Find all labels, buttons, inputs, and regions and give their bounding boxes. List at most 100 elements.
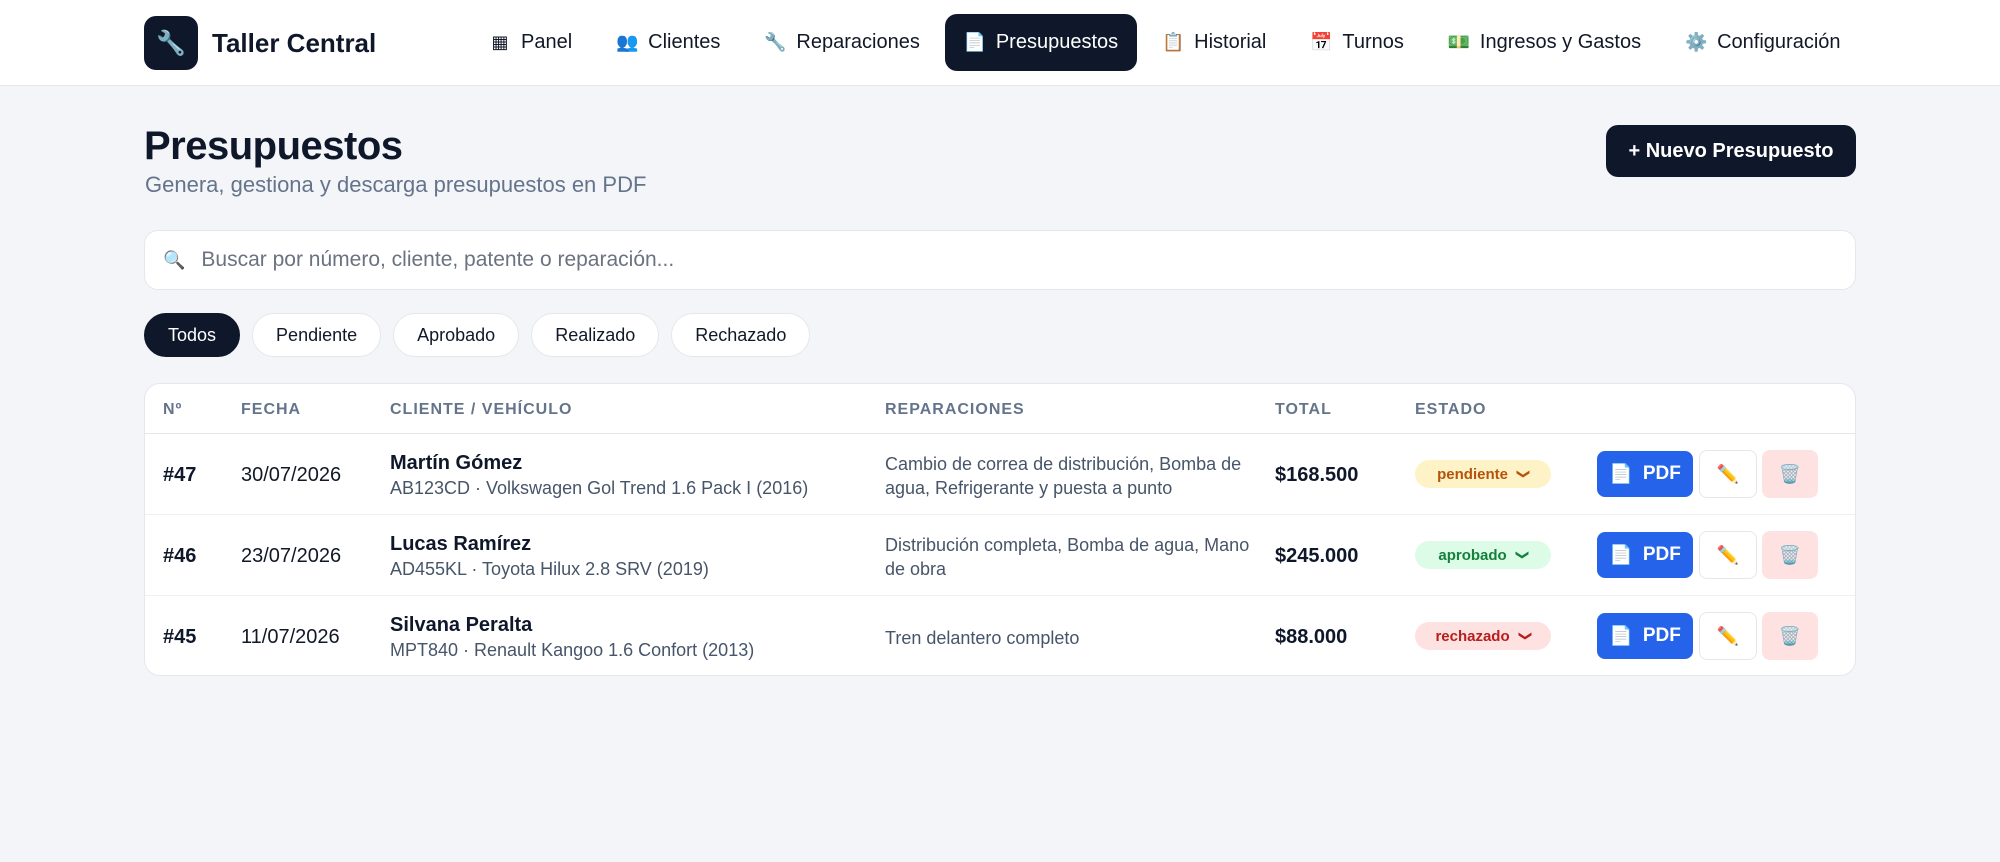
repairs-list: Tren delantero completo bbox=[885, 628, 1080, 648]
nav-item-panel[interactable]: ▦ Panel bbox=[470, 14, 591, 71]
trash-icon: 🗑️ bbox=[1778, 625, 1802, 646]
pdf-label: PDF bbox=[1642, 544, 1681, 565]
users-icon: 👥 bbox=[616, 32, 639, 52]
repairs-list: Distribución completa, Bomba de agua, Ma… bbox=[885, 535, 1250, 579]
status-select[interactable]: pendiente ❯ bbox=[1415, 460, 1551, 488]
pdf-button[interactable]: 📄 PDF bbox=[1597, 451, 1693, 497]
nav-item-clientes[interactable]: 👥 Clientes bbox=[597, 14, 739, 71]
edit-button[interactable]: ✏️ bbox=[1699, 612, 1757, 660]
nav-item-label: Configuración bbox=[1717, 31, 1841, 53]
document-icon: 📄 bbox=[1609, 464, 1633, 485]
budget-total: $168.500 bbox=[1275, 464, 1359, 486]
nav-item-label: Clientes bbox=[648, 31, 721, 53]
nav-item-label: Panel bbox=[521, 31, 573, 53]
status-select[interactable]: rechazado ❯ bbox=[1415, 622, 1551, 650]
col-header-status: ESTADO bbox=[1415, 401, 1487, 418]
budget-total: $245.000 bbox=[1275, 545, 1359, 567]
filter-aprobado[interactable]: Aprobado bbox=[393, 313, 520, 357]
nav-item-label: Historial bbox=[1194, 31, 1267, 53]
budget-number: #47 bbox=[163, 464, 197, 486]
nav-item-label: Ingresos y Gastos bbox=[1479, 31, 1642, 53]
search-box: 🔍 bbox=[144, 230, 1856, 290]
pencil-icon: ✏️ bbox=[1716, 544, 1740, 565]
chevron-down-icon: ❯ bbox=[1516, 468, 1532, 480]
client-name: Silvana Peralta bbox=[390, 614, 533, 636]
search-icon: 🔍 bbox=[163, 249, 186, 270]
filter-pendiente[interactable]: Pendiente bbox=[252, 313, 382, 357]
new-budget-button[interactable]: + Nuevo Presupuesto bbox=[1606, 125, 1856, 177]
nav-item-ingresos-gastos[interactable]: 💵 Ingresos y Gastos bbox=[1429, 14, 1660, 71]
dashboard-icon: ▦ bbox=[491, 32, 509, 52]
col-header-num: Nº bbox=[163, 401, 183, 418]
client-name: Lucas Ramírez bbox=[390, 533, 532, 555]
document-icon: 📄 bbox=[963, 32, 987, 52]
client-name: Martín Gómez bbox=[390, 452, 523, 474]
filter-todos[interactable]: Todos bbox=[144, 313, 241, 357]
clipboard-icon: 📋 bbox=[1162, 32, 1185, 52]
pencil-icon: ✏️ bbox=[1716, 625, 1740, 646]
budget-date: 30/07/2026 bbox=[241, 464, 342, 486]
vehicle-info: AD455KL · Toyota Hilux 2.8 SRV (2019) bbox=[390, 559, 709, 579]
table-header: Nº FECHA CLIENTE / VEHÍCULO REPARACIONES… bbox=[145, 384, 1855, 434]
budget-number: #46 bbox=[163, 545, 197, 567]
delete-button[interactable]: 🗑️ bbox=[1762, 531, 1818, 579]
vehicle-info: MPT840 · Renault Kangoo 1.6 Confort (201… bbox=[390, 640, 755, 660]
budget-total: $88.000 bbox=[1275, 626, 1348, 648]
nav-item-reparaciones[interactable]: 🔧 Reparaciones bbox=[745, 14, 938, 71]
pdf-button[interactable]: 📄 PDF bbox=[1597, 613, 1693, 659]
status-filters: Todos Pendiente Aprobado Realizado Recha… bbox=[144, 313, 811, 357]
pdf-button[interactable]: 📄 PDF bbox=[1597, 532, 1693, 578]
filter-rechazado[interactable]: Rechazado bbox=[671, 313, 811, 357]
status-select[interactable]: aprobado ❯ bbox=[1415, 541, 1551, 569]
document-icon: 📄 bbox=[1609, 626, 1633, 647]
table-row: #47 30/07/2026 Martín Gómez AB123CD · Vo… bbox=[145, 434, 1855, 515]
edit-button[interactable]: ✏️ bbox=[1699, 531, 1757, 579]
repairs-list: Cambio de correa de distribución, Bomba … bbox=[885, 454, 1242, 498]
trash-icon: 🗑️ bbox=[1778, 544, 1802, 565]
budget-date: 11/07/2026 bbox=[241, 626, 340, 648]
budget-number: #45 bbox=[163, 626, 197, 648]
pdf-label: PDF bbox=[1642, 625, 1681, 646]
nav-item-turnos[interactable]: 📅 Turnos bbox=[1291, 14, 1423, 71]
main-nav: ▦ Panel 👥 Clientes 🔧 Reparaciones 📄 Pres… bbox=[470, 14, 1860, 71]
search-input[interactable] bbox=[201, 248, 1802, 272]
chevron-down-icon: ❯ bbox=[1515, 549, 1531, 561]
edit-button[interactable]: ✏️ bbox=[1699, 450, 1757, 498]
delete-button[interactable]: 🗑️ bbox=[1762, 450, 1818, 498]
top-navbar: 🔧 Taller Central ▦ Panel 👥 Clientes 🔧 Re… bbox=[0, 0, 2000, 86]
pencil-icon: ✏️ bbox=[1716, 463, 1740, 484]
budgets-table: Nº FECHA CLIENTE / VEHÍCULO REPARACIONES… bbox=[144, 383, 1856, 676]
status-label: pendiente bbox=[1437, 465, 1508, 483]
col-header-total: TOTAL bbox=[1275, 401, 1332, 418]
filter-realizado[interactable]: Realizado bbox=[531, 313, 660, 357]
table-row: #46 23/07/2026 Lucas Ramírez AD455KL · T… bbox=[145, 515, 1855, 596]
table-row: #45 11/07/2026 Silvana Peralta MPT840 · … bbox=[145, 596, 1855, 675]
wrench-icon: 🔧 bbox=[764, 32, 787, 52]
brand[interactable]: 🔧 Taller Central bbox=[144, 16, 376, 70]
nav-item-label: Presupuestos bbox=[995, 31, 1119, 53]
col-header-repairs: REPARACIONES bbox=[885, 401, 1025, 418]
nav-item-label: Turnos bbox=[1342, 31, 1404, 53]
nav-item-historial[interactable]: 📋 Historial bbox=[1143, 14, 1285, 71]
nav-item-presupuestos[interactable]: 📄 Presupuestos bbox=[944, 14, 1138, 71]
document-icon: 📄 bbox=[1609, 545, 1633, 566]
delete-button[interactable]: 🗑️ bbox=[1762, 612, 1818, 660]
col-header-client: CLIENTE / VEHÍCULO bbox=[390, 401, 573, 418]
gear-icon: ⚙️ bbox=[1685, 32, 1708, 52]
calendar-icon: 📅 bbox=[1310, 32, 1333, 52]
col-header-date: FECHA bbox=[241, 401, 302, 418]
status-label: rechazado bbox=[1435, 627, 1510, 645]
status-label: aprobado bbox=[1438, 546, 1507, 564]
money-icon: 💵 bbox=[1447, 32, 1471, 52]
wrench-icon: 🔧 bbox=[144, 16, 198, 70]
client-vehicle: Lucas Ramírez AD455KL · Toyota Hilux 2.8… bbox=[390, 533, 709, 580]
trash-icon: 🗑️ bbox=[1778, 463, 1802, 484]
client-vehicle: Martín Gómez AB123CD · Volkswagen Gol Tr… bbox=[390, 452, 808, 499]
vehicle-info: AB123CD · Volkswagen Gol Trend 1.6 Pack … bbox=[390, 478, 809, 498]
nav-item-configuracion[interactable]: ⚙️ Configuración bbox=[1666, 14, 1859, 71]
chevron-down-icon: ❯ bbox=[1518, 630, 1534, 642]
client-vehicle: Silvana Peralta MPT840 · Renault Kangoo … bbox=[390, 614, 754, 661]
pdf-label: PDF bbox=[1642, 463, 1681, 484]
page-title: Presupuestos bbox=[144, 124, 403, 168]
page-subtitle: Genera, gestiona y descarga presupuestos… bbox=[145, 172, 647, 197]
